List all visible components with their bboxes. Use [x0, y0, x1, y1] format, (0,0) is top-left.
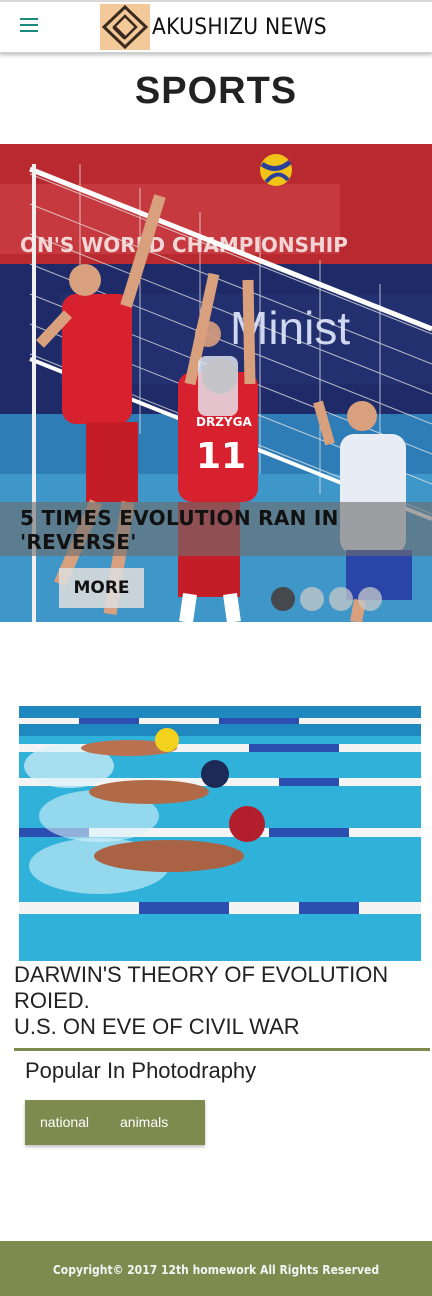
more-button[interactable]: MORE	[59, 568, 144, 608]
carousel-indicators	[271, 587, 382, 611]
section-divider	[14, 1048, 430, 1051]
slide-caption[interactable]: 5 TIMES EVOLUTION RAN IN 'REVERSE'	[20, 506, 380, 554]
article-title-line: DARWIN'S THEORY OF EVOLUTION	[14, 962, 389, 987]
popular-heading: Popular In Photodraphy	[25, 1058, 257, 1083]
carousel-dot-2[interactable]	[300, 587, 324, 611]
page-title: SPORTS	[134, 70, 298, 112]
footer: Copyright© 2017 12th homework All Rights…	[0, 1241, 432, 1296]
copyright-text: Copyright© 2017 12th homework All Rights…	[52, 1263, 380, 1277]
jersey-name: DRZYGA	[196, 415, 252, 429]
carousel-dot-4[interactable]	[358, 587, 382, 611]
tag-national[interactable]: national	[40, 1114, 89, 1130]
article-image-swimming[interactable]	[19, 706, 421, 961]
hamburger-menu-icon[interactable]	[20, 18, 38, 32]
top-navbar: AKUSHIZU NEWS	[0, 0, 432, 54]
swimming-photo	[19, 706, 421, 961]
article-title-line: U.S. ON EVE OF CIVIL WAR	[14, 1014, 300, 1039]
tag-box: national animals	[25, 1100, 205, 1145]
brand[interactable]: AKUSHIZU NEWS	[100, 4, 342, 50]
carousel-dot-1[interactable]	[271, 587, 295, 611]
carousel-dot-3[interactable]	[329, 587, 353, 611]
jersey-number: 11	[196, 436, 246, 477]
hero-carousel[interactable]: ON'S WORLD CHAMPIONSHIP Minist DRZYGA 11…	[0, 144, 432, 622]
banner-text: ON'S WORLD CHAMPIONSHIP	[20, 233, 348, 257]
diamond-logo-icon	[100, 4, 150, 50]
brand-name: AKUSHIZU NEWS	[152, 14, 327, 40]
article-title[interactable]: DARWIN'S THEORY OF EVOLUTION ROIED. U.S.…	[14, 962, 429, 1040]
tag-animals[interactable]: animals	[120, 1114, 168, 1130]
article-title-line: ROIED.	[14, 988, 90, 1013]
